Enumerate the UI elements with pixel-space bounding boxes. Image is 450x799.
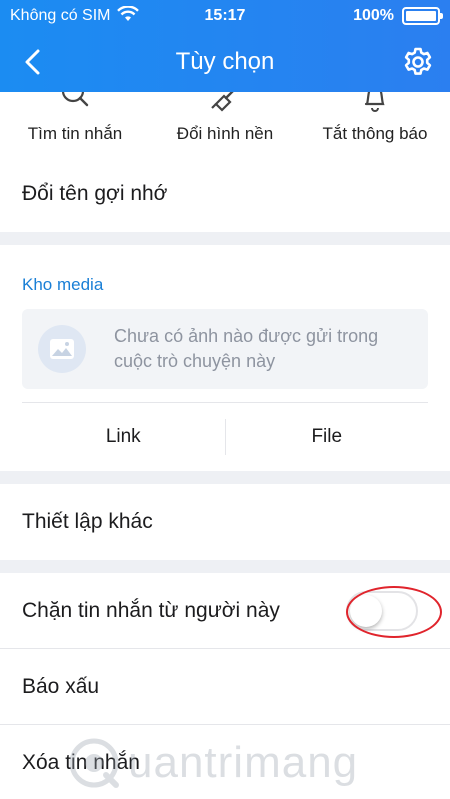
section-gap — [0, 232, 450, 245]
wifi-icon — [116, 4, 139, 27]
rename-nickname-label: Đổi tên gợi nhớ — [22, 182, 168, 205]
change-background-label: Đổi hình nền — [176, 124, 274, 143]
change-background-action[interactable]: Đổi hình nền — [150, 92, 300, 156]
tab-file[interactable]: File — [226, 426, 429, 448]
image-icon — [38, 325, 86, 373]
search-messages-label: Tìm tin nhắn — [27, 124, 123, 143]
report-row[interactable]: Báo xấu — [0, 649, 450, 725]
gear-icon — [404, 47, 432, 75]
tab-link[interactable]: Link — [22, 426, 225, 448]
status-left: Không có SIM — [10, 4, 139, 27]
media-empty-state: Chưa có ảnh nào được gửi trong cuộc trò … — [22, 309, 428, 389]
other-settings-label: Thiết lập khác — [22, 510, 153, 533]
block-messages-label: Chặn tin nhắn từ người này — [22, 598, 280, 622]
carrier-label: Không có SIM — [10, 7, 111, 24]
settings-button[interactable] — [400, 44, 436, 80]
quick-actions: Tìm tin nhắn Đổi hình nền Tắt thông báo — [0, 92, 450, 156]
media-section: Kho media Chưa có ảnh nào được gửi trong… — [0, 245, 450, 471]
section-gap — [0, 471, 450, 484]
battery-percent: 100% — [353, 7, 394, 24]
mute-notifications-action[interactable]: Tắt thông báo — [300, 92, 450, 156]
rename-nickname-row[interactable]: Đổi tên gợi nhớ — [0, 156, 450, 232]
media-tabs: Link File — [22, 403, 428, 471]
page-title: Tùy chọn — [175, 48, 275, 75]
back-button[interactable] — [14, 44, 50, 80]
delete-messages-label: Xóa tin nhắn — [22, 751, 140, 774]
report-label: Báo xấu — [22, 674, 100, 698]
block-messages-toggle[interactable] — [346, 590, 418, 631]
toggle-knob — [350, 594, 382, 627]
mute-notifications-label: Tắt thông báo — [322, 124, 428, 143]
status-right: 100% — [353, 7, 443, 25]
chevron-left-icon — [25, 49, 40, 75]
status-bar: Không có SIM 15:17 100% — [0, 0, 450, 32]
paint-brush-icon — [211, 92, 234, 112]
media-title[interactable]: Kho media — [22, 245, 428, 309]
search-icon — [61, 92, 89, 107]
app-header: Không có SIM 15:17 100% Tùy chọn — [0, 0, 450, 92]
bell-icon — [364, 92, 385, 112]
delete-messages-row[interactable]: Xóa tin nhắn — [0, 725, 450, 799]
search-messages-action[interactable]: Tìm tin nhắn — [0, 92, 150, 156]
media-empty-message: Chưa có ảnh nào được gửi trong cuộc trò … — [114, 326, 379, 371]
block-messages-row: Chặn tin nhắn từ người này — [0, 573, 450, 649]
section-gap — [0, 560, 450, 573]
other-settings-row[interactable]: Thiết lập khác — [0, 484, 450, 560]
battery-icon — [402, 7, 443, 25]
options-content: Tìm tin nhắn Đổi hình nền Tắt thông báo … — [0, 92, 450, 799]
nav-bar: Tùy chọn — [0, 32, 450, 92]
